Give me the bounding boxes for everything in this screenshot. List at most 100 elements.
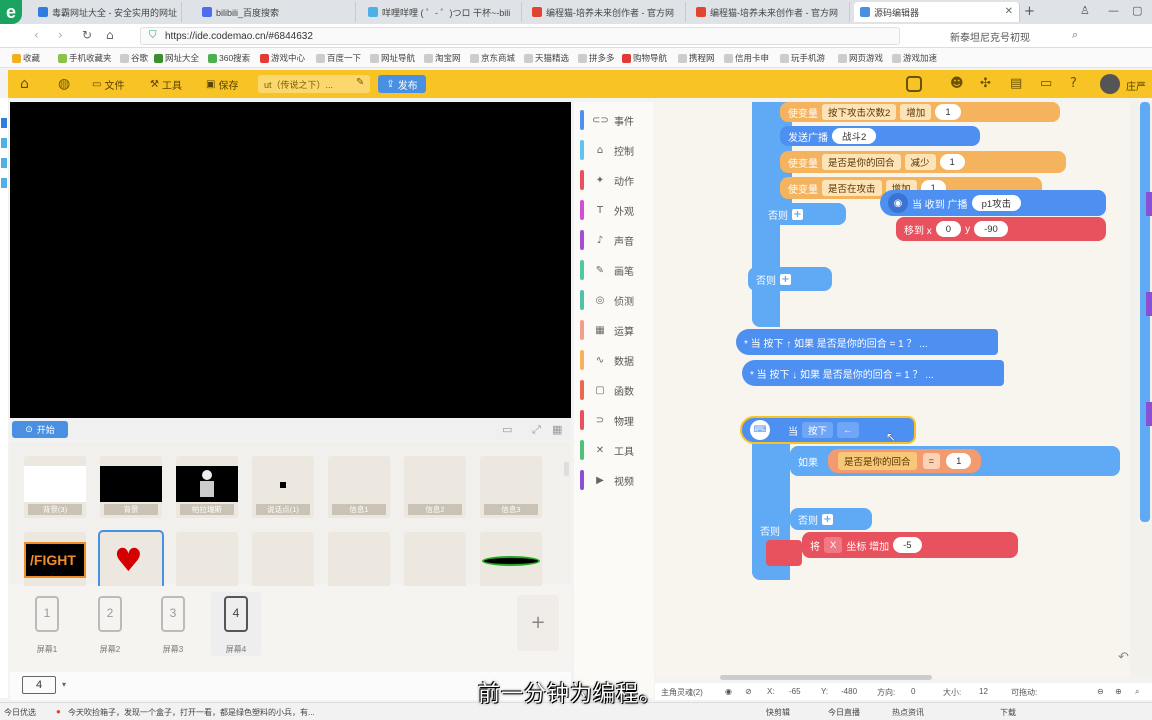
key-dropdown[interactable]: ← [837, 422, 859, 438]
operator-dropdown[interactable]: = [922, 453, 941, 469]
maximize-icon[interactable]: ▢ [1132, 4, 1142, 17]
bookmark-item[interactable]: 360搜索 [208, 52, 250, 64]
add-icon[interactable]: + [792, 208, 803, 220]
bookmark-item[interactable]: 网址导航 [370, 52, 415, 64]
avatar[interactable] [1100, 74, 1120, 94]
add-screen-button[interactable]: + [517, 595, 559, 651]
screen-select[interactable]: 4 [22, 676, 56, 694]
offscreen-block[interactable] [1146, 192, 1152, 216]
send-broadcast-block[interactable]: 发送广播 战斗2 [780, 126, 980, 146]
zoom-out-icon[interactable]: ⊖ [1097, 687, 1104, 696]
close-icon[interactable]: ✕ [1005, 6, 1013, 17]
folder-icon[interactable]: ▭ [1040, 76, 1052, 91]
edit-icon[interactable]: ✎ [356, 77, 364, 88]
url-field[interactable]: ⛉ https://ide.codemao.cn/#6844632 [140, 27, 900, 45]
file-menu[interactable]: ▭ 文件 [92, 77, 124, 92]
bookmark-item[interactable]: 收藏 [12, 52, 40, 64]
move-to-block[interactable]: 移到 x 0 y -90 [896, 217, 1106, 241]
bookmark-item[interactable]: 游戏中心 [260, 52, 305, 64]
screen-size-icon[interactable]: ▭ [502, 423, 512, 436]
save-button[interactable]: ▣ 保存 [206, 77, 238, 92]
taskbar-item[interactable]: 今日优选 [4, 707, 36, 718]
offscreen-block[interactable] [1146, 402, 1152, 426]
horizontal-scrollbar[interactable] [720, 675, 932, 680]
bookmark-item[interactable]: 玩手机游 [780, 52, 825, 64]
x-input[interactable]: 0 [935, 221, 962, 237]
bookmark-item[interactable]: 携程网 [678, 52, 715, 64]
sprite-card[interactable]: ♥ [100, 532, 162, 594]
sprite-card[interactable]: 帕拉瑞斯 [176, 456, 238, 518]
value-input[interactable]: 1 [939, 154, 965, 170]
side-icon[interactable] [1, 118, 7, 128]
undo-icon[interactable]: ↶ [1118, 650, 1129, 665]
operation-dropdown[interactable]: 增加 [900, 104, 932, 120]
lock-icon[interactable]: ⊘ [745, 687, 752, 696]
category-item[interactable]: ✎ 画笔 [580, 258, 650, 282]
taskbar-item[interactable]: 下载 [1000, 707, 1016, 718]
browser-tab-active[interactable]: 源码编辑器 ✕ [854, 2, 1020, 22]
screen-thumbnail[interactable]: 3 屏幕3 [148, 592, 198, 656]
bookmark-item[interactable]: 网址大全 [154, 52, 199, 64]
key-action-dropdown[interactable]: 按下 [802, 422, 834, 438]
equals-operator-block[interactable]: 是否是你的回合 = 1 [828, 449, 982, 473]
category-item[interactable]: ✦ 动作 [580, 168, 650, 192]
value-input[interactable]: 1 [935, 104, 961, 120]
taskbar-item[interactable]: 热点资讯 [892, 707, 924, 718]
forward-icon[interactable]: › [58, 28, 63, 42]
new-tab-icon[interactable]: + [1024, 4, 1035, 19]
shirt-icon[interactable]: ♙ [1080, 4, 1090, 17]
tools-menu[interactable]: ⚒ 工具 [150, 77, 182, 92]
sprite-card[interactable]: 信息1 [328, 456, 390, 518]
sprite-card[interactable] [480, 532, 542, 594]
add-icon[interactable]: + [780, 273, 791, 285]
taskbar-item[interactable]: 今日直播 [828, 707, 860, 718]
offscreen-block[interactable] [1146, 292, 1152, 316]
category-item[interactable]: ⊃ 物理 [580, 408, 650, 432]
if-block[interactable]: 如果 是否是你的回合 = 1 [790, 446, 1120, 476]
collapsed-script-down[interactable]: * 当 按下 ↓ 如果 是否是你的回合 = 1 ？ ... [742, 360, 1004, 386]
y-input[interactable]: -90 [974, 221, 1008, 237]
device-icon[interactable] [906, 76, 922, 92]
extension-icon[interactable]: ✣ [980, 76, 991, 91]
set-variable-block[interactable]: 使变量 按下攻击次数2 增加 1 [780, 102, 1060, 122]
grid-icon[interactable]: ▦ [552, 423, 562, 436]
sprite-card[interactable]: 说话点(1) [252, 456, 314, 518]
category-item[interactable]: ▢ 函数 [580, 378, 650, 402]
broadcast-input[interactable]: 战斗2 [832, 128, 877, 144]
category-item[interactable]: ∿ 数据 [580, 348, 650, 372]
taskbar-item[interactable]: 快剪辑 [766, 707, 790, 718]
screen-thumbnail[interactable]: 4 屏幕4 [211, 592, 261, 656]
fit-icon[interactable]: ⌕ [1135, 687, 1139, 697]
sprite-card[interactable]: 信息2 [404, 456, 466, 518]
value-input[interactable]: -5 [893, 537, 922, 553]
globe-icon[interactable]: ◍ [58, 76, 70, 92]
home-icon[interactable]: ⌂ [106, 28, 114, 42]
bag-icon[interactable]: ▤ [1010, 76, 1022, 91]
axis-dropdown[interactable]: X [824, 537, 843, 553]
browser-logo-icon[interactable]: e [0, 0, 22, 24]
browser-tab[interactable]: bilibili_百度搜索 [196, 2, 356, 22]
category-item[interactable]: ▶ 视频 [580, 468, 650, 492]
side-icon[interactable] [1, 138, 7, 148]
stage-canvas[interactable] [10, 102, 571, 418]
else-branch[interactable]: 否则 + [748, 267, 832, 291]
bookmark-item[interactable]: 京东商城 [470, 52, 515, 64]
y-value[interactable]: -480 [841, 687, 857, 696]
variable-dropdown[interactable]: 是否在攻击 [822, 180, 882, 196]
variable-reporter[interactable]: 是否是你的回合 [838, 452, 917, 470]
home-icon[interactable]: ⌂ [20, 76, 29, 92]
bookmark-item[interactable]: 手机收藏夹 [58, 52, 112, 64]
collapsed-script-up[interactable]: * 当 按下 ↑ 如果 是否是你的回合 = 1 ？ ... [736, 329, 998, 355]
search-icon[interactable]: ⌕ [1072, 28, 1078, 42]
bookmark-item[interactable]: 百度一下 [316, 52, 361, 64]
category-item[interactable]: ⌂ 控制 [580, 138, 650, 162]
zoom-in-icon[interactable]: ⊕ [1115, 687, 1122, 696]
refresh-icon[interactable]: ↻ [82, 28, 92, 42]
robot-icon[interactable]: ☻ [950, 76, 964, 91]
publish-button[interactable]: ⇪ 发布 [378, 75, 426, 93]
add-icon[interactable]: + [822, 513, 833, 525]
help-icon[interactable]: ? [1070, 76, 1077, 91]
minimize-icon[interactable]: — [1108, 4, 1119, 17]
eye-icon[interactable]: ◉ [725, 687, 732, 696]
side-icon[interactable] [1, 158, 7, 168]
